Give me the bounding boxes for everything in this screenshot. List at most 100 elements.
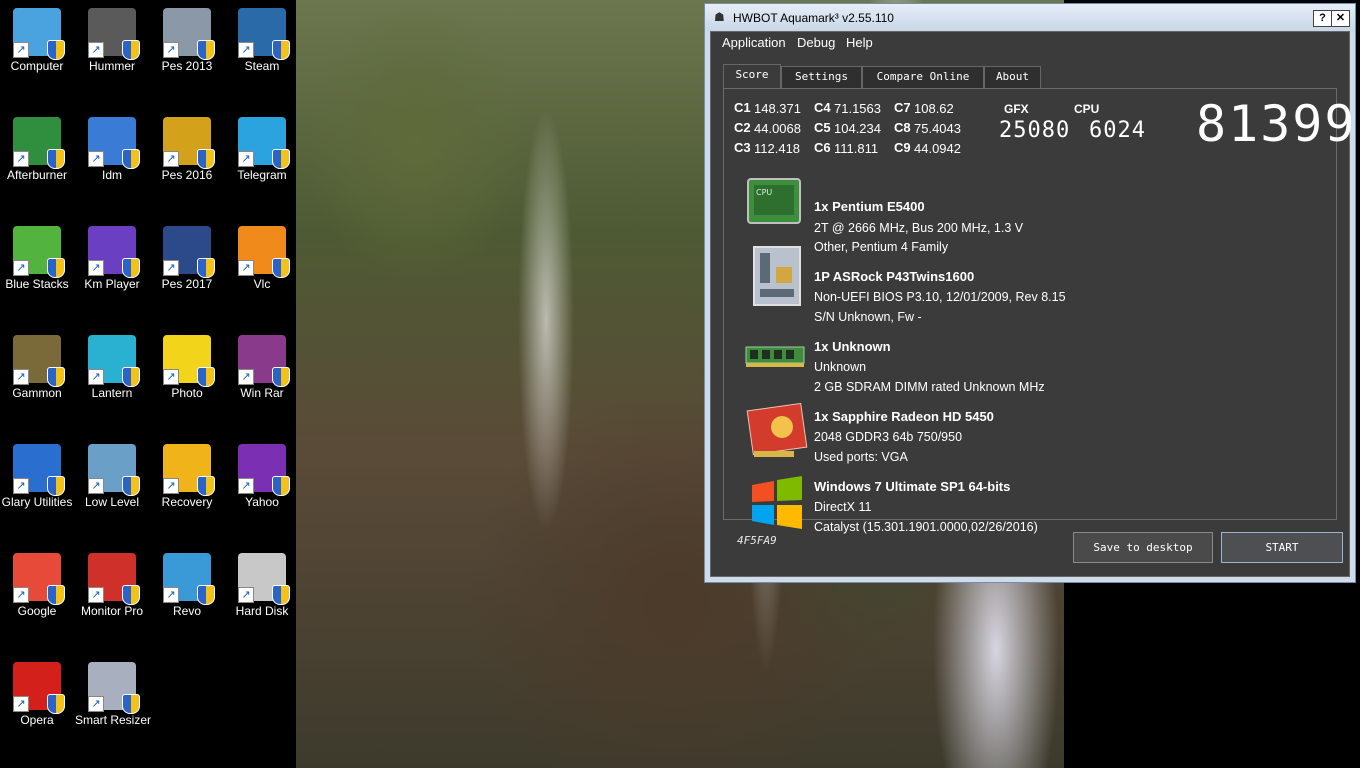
desktop-shortcut-low-level[interactable]: ↗ Low Level (75, 436, 149, 536)
lantern-icon: ↗ (88, 335, 140, 387)
c9-label: C9 (894, 140, 911, 155)
uac-shield-icon (272, 585, 290, 605)
desktop-shortcut-recovery[interactable]: ↗ Recovery (150, 436, 224, 536)
desktop-shortcut-afterburner[interactable]: ↗ Afterburner (0, 109, 74, 209)
desktop-shortcut-label: Recovery (161, 495, 213, 509)
desktop-shortcut-label: Afterburner (6, 168, 68, 182)
desktop-shortcut-telegram[interactable]: ↗ Telegram (225, 109, 299, 209)
desktop-shortcut-idm[interactable]: ↗ Idm (75, 109, 149, 209)
menu-help[interactable]: Help (846, 35, 873, 50)
c8-label: C8 (894, 120, 911, 135)
desktop-shortcut-lantern[interactable]: ↗ Lantern (75, 327, 149, 427)
shortcut-arrow-icon: ↗ (238, 587, 254, 603)
desktop-shortcut-label: Gammon (12, 386, 62, 400)
tab-compare-online[interactable]: Compare Online (862, 66, 984, 88)
cpu-label: CPU (1074, 102, 1100, 116)
menu-debug[interactable]: Debug (797, 35, 835, 50)
steam-icon: ↗ (238, 8, 290, 60)
uac-shield-icon (47, 476, 65, 496)
desktop-shortcut-revo[interactable]: ↗ Revo (150, 545, 224, 645)
glary-utilities-icon: ↗ (13, 444, 65, 496)
uac-shield-icon (122, 258, 140, 278)
desktop-shortcut-label: Idm (101, 168, 122, 182)
uac-shield-icon (47, 40, 65, 60)
uac-shield-icon (47, 585, 65, 605)
menu-bar: Application Debug Help (711, 32, 1349, 54)
c1-label: C1 (734, 100, 751, 115)
tab-about[interactable]: About (984, 66, 1041, 88)
serial-details: S/N Unknown, Fw - (814, 310, 922, 324)
motherboard-icon (748, 243, 808, 306)
pes-2013-icon: ↗ (163, 8, 215, 60)
uac-shield-icon (197, 476, 215, 496)
uac-shield-icon (122, 476, 140, 496)
desktop-shortcut-label: Lantern (91, 386, 133, 400)
shortcut-arrow-icon: ↗ (13, 42, 29, 58)
desktop-shortcut-label: Telegram (237, 168, 287, 182)
aquamark-window: ☗ HWBOT Aquamark³ v2.55.110 ? ✕ Applicat… (704, 3, 1356, 583)
desktop-shortcut-smart-resizer[interactable]: ↗ Smart Resizer (75, 654, 151, 754)
shortcut-arrow-icon: ↗ (88, 42, 104, 58)
cpu-score: 6024 (1089, 118, 1146, 143)
desktop-shortcut-yahoo[interactable]: ↗ Yahoo (225, 436, 299, 536)
low-level-icon: ↗ (88, 444, 140, 496)
hummer-icon: ↗ (88, 8, 140, 60)
shortcut-arrow-icon: ↗ (163, 260, 179, 276)
c5-value: 104.234 (834, 121, 881, 136)
desktop-shortcut-label: Pes 2017 (161, 277, 213, 291)
uac-shield-icon (272, 367, 290, 387)
desktop-shortcut-chrome[interactable]: ↗ Google (0, 545, 74, 645)
title-bar[interactable]: ☗ HWBOT Aquamark³ v2.55.110 ? ✕ (705, 4, 1355, 31)
desktop-shortcut-kmplayer[interactable]: ↗ Km Player (75, 218, 149, 318)
desktop-shortcut-pes-2017[interactable]: ↗ Pes 2017 (150, 218, 224, 318)
shortcut-arrow-icon: ↗ (13, 478, 29, 494)
desktop-shortcut-bluestacks[interactable]: ↗ Blue Stacks (0, 218, 74, 318)
telegram-icon: ↗ (238, 117, 290, 169)
graphics-card-icon (746, 401, 808, 457)
bios-details: Non-UEFI BIOS P3.10, 12/01/2009, Rev 8.1… (814, 290, 1066, 304)
cpu-chip-icon: CPU (744, 173, 804, 229)
gfx-score: 25080 (999, 118, 1071, 143)
desktop-shortcut-vlc[interactable]: ↗ Vlc (225, 218, 299, 318)
c6-label: C6 (814, 140, 831, 155)
desktop-shortcut-winrar[interactable]: ↗ Win Rar (225, 327, 299, 427)
desktop-shortcut-opera[interactable]: ↗ Opera (0, 654, 74, 754)
desktop-shortcut-hummer[interactable]: ↗ Hummer (75, 0, 149, 100)
close-button[interactable]: ✕ (1331, 10, 1350, 27)
desktop-shortcut-photo[interactable]: ↗ Photo (150, 327, 224, 427)
desktop-shortcut-steam[interactable]: ↗ Steam (225, 0, 299, 100)
desktop-shortcut-monitor-pro[interactable]: ↗ Monitor Pro (75, 545, 149, 645)
c4-label: C4 (814, 100, 831, 115)
desktop-shortcut-label: Computer (10, 59, 64, 73)
desktop-shortcut-hard-disk[interactable]: ↗ Hard Disk (225, 545, 299, 645)
uac-shield-icon (122, 367, 140, 387)
tab-score[interactable]: Score (723, 64, 781, 89)
save-to-desktop-button[interactable]: Save to desktop (1073, 532, 1213, 563)
start-button[interactable]: START (1221, 532, 1343, 563)
desktop-shortcut-computer[interactable]: ↗ Computer (0, 0, 74, 100)
uac-shield-icon (272, 258, 290, 278)
menu-application[interactable]: Application (722, 35, 786, 50)
desktop-shortcut-gammon[interactable]: ↗ Gammon (0, 327, 74, 427)
shortcut-arrow-icon: ↗ (88, 260, 104, 276)
c6-value: 111.811 (834, 141, 879, 156)
tab-settings[interactable]: Settings (781, 66, 862, 88)
uac-shield-icon (197, 149, 215, 169)
pes-2016-icon: ↗ (163, 117, 215, 169)
shortcut-arrow-icon: ↗ (13, 369, 29, 385)
shortcut-arrow-icon: ↗ (163, 369, 179, 385)
desktop-shortcut-glary-utilities[interactable]: ↗ Glary Utilities (0, 436, 74, 536)
help-button[interactable]: ? (1313, 10, 1332, 27)
svg-text:CPU: CPU (756, 188, 772, 197)
c4-value: 71.1563 (834, 101, 881, 116)
c8-value: 75.4043 (914, 121, 961, 136)
desktop-shortcut-pes-2016[interactable]: ↗ Pes 2016 (150, 109, 224, 209)
motherboard-title: 1P ASRock P43Twins1600 (814, 269, 975, 284)
uac-shield-icon (272, 149, 290, 169)
window-title: HWBOT Aquamark³ v2.55.110 (733, 11, 894, 25)
monitor-pro-icon: ↗ (88, 553, 140, 605)
desktop-shortcut-label: Photo (171, 386, 203, 400)
desktop-shortcut-pes-2013[interactable]: ↗ Pes 2013 (150, 0, 224, 100)
uac-shield-icon (122, 149, 140, 169)
uac-shield-icon (122, 585, 140, 605)
